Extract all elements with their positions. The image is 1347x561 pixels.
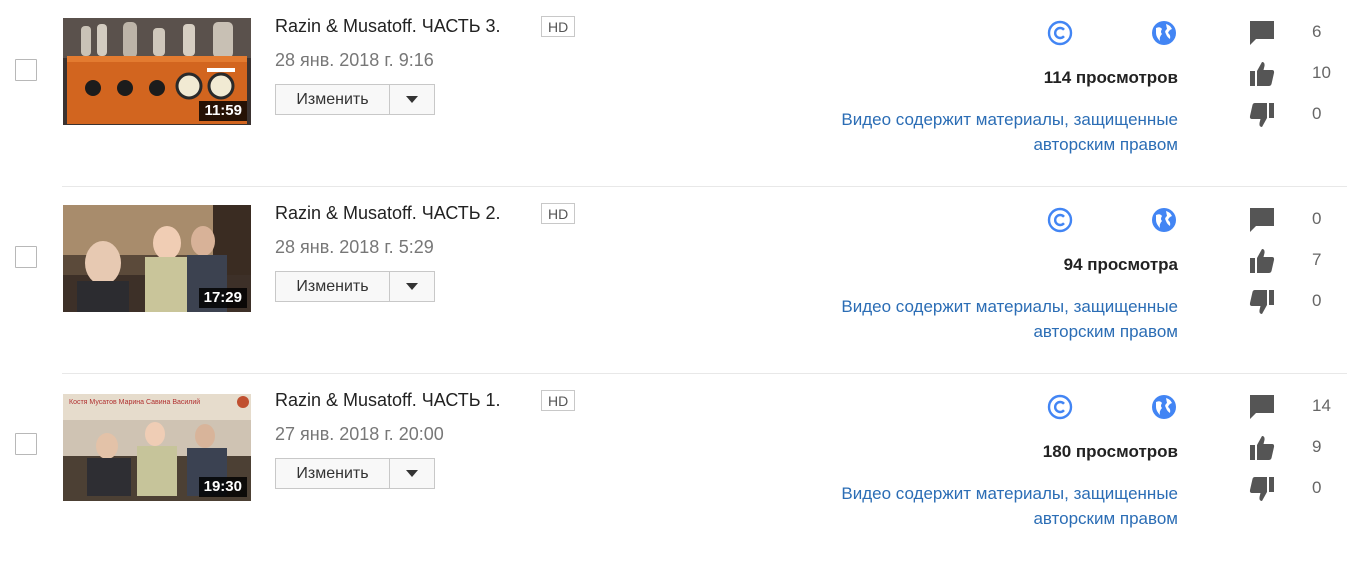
thumbs-up-icon bbox=[1250, 436, 1275, 460]
thumbs-up-icon bbox=[1250, 249, 1275, 273]
thumbnail-caption: Костя Мусатов Марина Савина Василий bbox=[69, 398, 200, 406]
dislike-count: 0 bbox=[1312, 478, 1322, 497]
thumbs-down-icon bbox=[1249, 103, 1274, 127]
edit-button[interactable]: Изменить bbox=[275, 84, 389, 115]
globe-icon[interactable] bbox=[1151, 394, 1177, 420]
edit-controls: Изменить bbox=[275, 84, 435, 115]
copyright-icon[interactable] bbox=[1047, 394, 1073, 420]
video-date: 27 янв. 2018 г. 20:00 bbox=[275, 424, 444, 444]
thumbs-up-icon bbox=[1250, 62, 1275, 86]
video-date: 28 янв. 2018 г. 9:16 bbox=[275, 50, 434, 70]
like-count: 10 bbox=[1312, 63, 1331, 82]
video-row: 11:59 Razin & Musatoff. ЧАСТЬ 3. HD 28 я… bbox=[0, 0, 1347, 187]
copyright-claim-link[interactable]: Видео содержит материалы, защищенные авт… bbox=[758, 107, 1178, 157]
thumbs-down-icon bbox=[1249, 477, 1274, 501]
edit-controls: Изменить bbox=[275, 271, 435, 302]
comment-count: 14 bbox=[1312, 396, 1331, 415]
comment-count: 6 bbox=[1312, 22, 1322, 41]
globe-icon[interactable] bbox=[1151, 20, 1177, 46]
comment-icon bbox=[1250, 21, 1274, 45]
video-thumbnail[interactable]: Костя Мусатов Марина Савина Василий 19:3… bbox=[63, 394, 251, 501]
video-duration: 17:29 bbox=[198, 288, 247, 308]
view-count: 180 просмотров bbox=[1042, 442, 1178, 461]
like-count: 9 bbox=[1312, 437, 1322, 456]
video-thumbnail[interactable]: 17:29 bbox=[63, 205, 251, 312]
video-title[interactable]: Razin & Musatoff. ЧАСТЬ 1. bbox=[275, 390, 501, 411]
video-duration: 19:30 bbox=[198, 477, 247, 497]
edit-dropdown-button[interactable] bbox=[389, 84, 435, 115]
thumbs-down-icon bbox=[1249, 290, 1274, 314]
globe-icon[interactable] bbox=[1151, 207, 1177, 233]
dislike-count: 0 bbox=[1312, 291, 1322, 310]
edit-dropdown-button[interactable] bbox=[389, 458, 435, 489]
edit-dropdown-button[interactable] bbox=[389, 271, 435, 302]
view-count: 94 просмотра bbox=[1063, 255, 1178, 274]
copyright-claim-link[interactable]: Видео содержит материалы, защищенные авт… bbox=[758, 481, 1178, 531]
hd-badge: HD bbox=[541, 203, 576, 224]
copyright-icon[interactable] bbox=[1047, 207, 1073, 233]
video-duration: 11:59 bbox=[199, 101, 247, 121]
edit-button[interactable]: Изменить bbox=[275, 271, 389, 302]
comment-count: 0 bbox=[1312, 209, 1322, 228]
like-count: 7 bbox=[1312, 250, 1322, 269]
edit-controls: Изменить bbox=[275, 458, 435, 489]
edit-button[interactable]: Изменить bbox=[275, 458, 389, 489]
hd-badge: HD bbox=[541, 16, 576, 37]
video-title[interactable]: Razin & Musatoff. ЧАСТЬ 3. bbox=[275, 16, 501, 37]
comment-icon bbox=[1250, 208, 1274, 232]
video-thumbnail[interactable]: 11:59 bbox=[63, 18, 251, 125]
caret-down-icon bbox=[406, 283, 418, 290]
copyright-icon[interactable] bbox=[1047, 20, 1073, 46]
video-row: Костя Мусатов Марина Савина Василий 19:3… bbox=[0, 374, 1347, 561]
comment-icon bbox=[1250, 395, 1274, 419]
video-title[interactable]: Razin & Musatoff. ЧАСТЬ 2. bbox=[275, 203, 501, 224]
video-select-checkbox[interactable] bbox=[15, 433, 37, 455]
caret-down-icon bbox=[406, 96, 418, 103]
video-select-checkbox[interactable] bbox=[15, 59, 37, 81]
view-count: 114 просмотров bbox=[1043, 68, 1178, 87]
video-date: 28 янв. 2018 г. 5:29 bbox=[275, 237, 434, 257]
dislike-count: 0 bbox=[1312, 104, 1322, 123]
copyright-claim-link[interactable]: Видео содержит материалы, защищенные авт… bbox=[758, 294, 1178, 344]
video-row: 17:29 Razin & Musatoff. ЧАСТЬ 2. HD 28 я… bbox=[0, 187, 1347, 374]
caret-down-icon bbox=[406, 470, 418, 477]
hd-badge: HD bbox=[541, 390, 576, 411]
video-select-checkbox[interactable] bbox=[15, 246, 37, 268]
